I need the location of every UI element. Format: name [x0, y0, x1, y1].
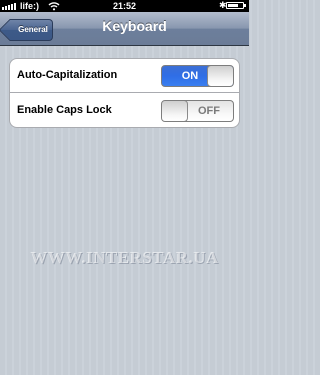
auto-capitalization-toggle[interactable]: ON [161, 65, 234, 87]
setting-label: Auto-Capitalization [17, 69, 118, 81]
status-time: 21:52 [112, 1, 137, 11]
setting-row-auto-capitalization: Auto-Capitalization ON [10, 59, 239, 93]
keyboard-settings-group: Auto-Capitalization ON Enable Caps Lock … [9, 58, 240, 128]
setting-row-caps-lock: Enable Caps Lock OFF [10, 94, 239, 127]
toggle-state-text: OFF [198, 105, 220, 117]
battery-icon [226, 2, 246, 9]
toggle-knob [162, 101, 188, 121]
back-button-general[interactable]: General [10, 19, 53, 41]
navigation-bar: General Keyboard [0, 12, 249, 46]
caps-lock-toggle[interactable]: OFF [161, 100, 234, 122]
toggle-state-text: ON [181, 70, 199, 82]
battery-level [228, 4, 238, 7]
watermark-text: WWW.INTERSTAR.UA [30, 248, 219, 267]
setting-label: Enable Caps Lock [17, 104, 112, 116]
toggle-knob [207, 66, 233, 86]
status-bar: life:) 21:52 ✱ [0, 0, 249, 12]
page-title: Keyboard [102, 18, 167, 34]
